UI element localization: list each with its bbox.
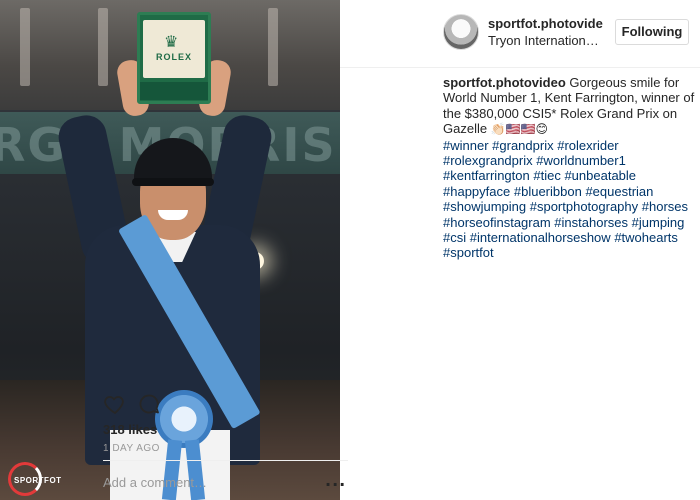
post-photo[interactable]: RGE MORRIS ♛ ROLEX SPORTFOT (0, 0, 340, 500)
hashtag-link[interactable]: #internationalhorseshow (470, 230, 611, 245)
following-button[interactable]: Following (615, 19, 689, 45)
post-actions (103, 392, 353, 418)
hashtag-link[interactable]: #winner (443, 138, 489, 153)
post-side-panel: sportfot.photovide Tryon International E… (340, 0, 700, 500)
like-count[interactable]: 318 likes (103, 422, 157, 437)
hashtag-link[interactable]: #twohearts (614, 230, 678, 245)
hashtag-link[interactable]: #sportphotography (530, 199, 638, 214)
post-caption: sportfot.photovideo Gorgeous smile for W… (443, 75, 695, 261)
post-header: sportfot.photovide Tryon International E… (340, 0, 700, 68)
sportfot-watermark: SPORTFOT (14, 476, 62, 485)
hashtag-link[interactable]: #instahorses (554, 215, 628, 230)
hashtag-link[interactable]: #happyface (443, 184, 510, 199)
hashtag-link[interactable]: #worldnumber1 (536, 153, 626, 168)
hashtag-link[interactable]: #rolexrider (557, 138, 618, 153)
comment-bar: ··· (103, 460, 348, 500)
hashtag-link[interactable]: #horses (642, 199, 688, 214)
hashtag-link[interactable]: #horseofinstagram (443, 215, 551, 230)
rolex-trophy-base (140, 82, 208, 100)
hashtag-link[interactable]: #sportfot (443, 245, 494, 260)
arena-pillar (98, 8, 108, 86)
hashtag-link[interactable]: #equestrian (585, 184, 653, 199)
hashtag-link[interactable]: #unbeatable (564, 168, 636, 183)
hashtag-link[interactable]: #blueribbon (514, 184, 582, 199)
comment-icon[interactable] (137, 392, 161, 416)
riding-helmet-brim (132, 178, 214, 186)
post-timestamp[interactable]: 1 DAY AGO (103, 443, 160, 454)
hashtag-link[interactable]: #kentfarrington (443, 168, 530, 183)
post-location[interactable]: Tryon International Equestrian Center (488, 33, 606, 48)
hashtag-link[interactable]: #csi (443, 230, 466, 245)
hashtag-link[interactable]: #rolexgrandprix (443, 153, 533, 168)
hashtag-link[interactable]: #jumping (632, 215, 685, 230)
comment-input[interactable] (103, 475, 313, 490)
header-username[interactable]: sportfot.photovide (488, 16, 603, 31)
rolex-crown-icon: ♛ (164, 34, 179, 51)
heart-icon[interactable] (103, 392, 127, 416)
avatar[interactable] (443, 14, 479, 50)
rolex-logo-text: ROLEX (155, 52, 192, 62)
caption-emojis: 👏🏻🇺🇸🇺🇸😊 (490, 122, 549, 137)
arena-pillar (20, 8, 30, 86)
hashtag-link[interactable]: #grandprix (492, 138, 553, 153)
hashtag-link[interactable]: #tiec (533, 168, 560, 183)
arena-pillar (268, 8, 278, 86)
hashtag-link[interactable]: #showjumping (443, 199, 526, 214)
hashtag-list: #winner #grandprix #rolexrider #rolexgra… (443, 138, 688, 261)
more-options-icon[interactable]: ··· (325, 475, 346, 494)
caption-username[interactable]: sportfot.photovideo (443, 75, 566, 90)
